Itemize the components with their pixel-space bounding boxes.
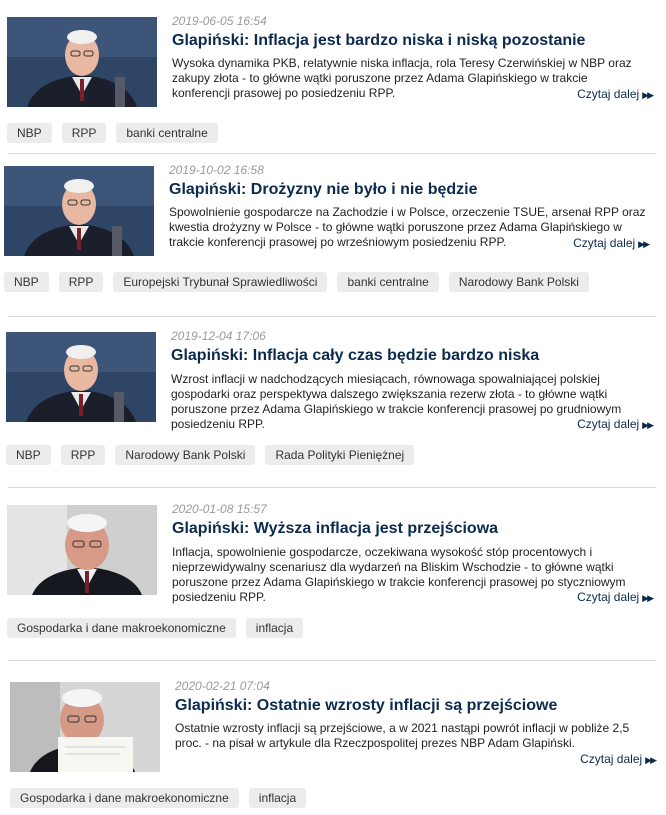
tag-nbp[interactable]: NBP [4,272,49,292]
tag-inflacja[interactable]: inflacja [245,618,304,638]
read-more-label: Czytaj dalej [580,752,643,766]
tag-nbp[interactable]: NBP [7,123,52,143]
portrait-image [10,682,160,772]
double-arrow-icon: ▶▶ [638,239,650,249]
tag-list: NBP RPP banki centralne [7,123,218,143]
article-date: 2020-02-21 07:04 [175,679,270,693]
tag-gospodarka[interactable]: Gospodarka i dane makroekonomiczne [10,788,239,808]
tag-rada-polityki-pienieznej[interactable]: Rada Polityki Pieniężnej [265,445,415,465]
article-date: 2019-10-02 16:58 [169,163,264,177]
article-title[interactable]: Glapiński: Inflacja cały czas będzie bar… [171,347,539,365]
article-thumbnail[interactable] [7,17,157,107]
tag-banki-centralne[interactable]: banki centralne [337,272,439,292]
read-more-label: Czytaj dalej [573,236,636,250]
article-thumbnail[interactable] [10,682,160,772]
article-divider [8,487,656,488]
tag-gospodarka[interactable]: Gospodarka i dane makroekonomiczne [7,618,236,638]
double-arrow-icon: ▶▶ [642,593,654,603]
article-date: 2020-01-08 15:57 [172,502,267,516]
article-thumbnail[interactable] [6,332,156,422]
double-arrow-icon: ▶▶ [642,90,654,100]
portrait-image [7,17,157,107]
read-more-link[interactable]: Czytaj dalej ▶▶ [577,417,654,431]
article-title[interactable]: Glapiński: Drożyzny nie było i nie będzi… [169,181,478,199]
portrait-image [4,166,154,256]
read-more-link[interactable]: Czytaj dalej ▶▶ [580,752,657,766]
tag-rpp[interactable]: RPP [60,445,106,465]
tag-nbp[interactable]: NBP [6,445,51,465]
article-thumbnail[interactable] [7,505,157,595]
article-divider [8,316,656,317]
read-more-link[interactable]: Czytaj dalej ▶▶ [573,236,650,250]
article-thumbnail[interactable] [4,166,154,256]
article-divider [8,153,656,154]
article-title[interactable]: Glapiński: Ostatnie wzrosty inflacji są … [175,697,557,715]
article-description: Wzrost inflacji w nadchodzących miesiąca… [171,372,622,431]
tag-list: Gospodarka i dane makroekonomiczne infla… [7,618,304,638]
read-more-link[interactable]: Czytaj dalej ▶▶ [577,590,654,604]
tag-narodowy-bank-polski[interactable]: Narodowy Bank Polski [448,272,589,292]
article-description: Inflacja, spowolnienie gospodarcze, ocze… [172,545,626,604]
portrait-image [6,332,156,422]
tag-rpp[interactable]: RPP [58,272,104,292]
read-more-label: Czytaj dalej [577,417,640,431]
read-more-label: Czytaj dalej [577,590,640,604]
tag-list: NBP RPP Europejski Trybunał Sprawiedliwo… [4,272,589,292]
article-date: 2019-12-04 17:06 [171,329,266,343]
tag-rpp[interactable]: RPP [61,123,107,143]
article-description: Wysoka dynamika PKB, relatywnie niska in… [172,56,632,100]
portrait-image [7,505,157,595]
tag-banki-centralne[interactable]: banki centralne [116,123,218,143]
read-more-label: Czytaj dalej [577,87,640,101]
double-arrow-icon: ▶▶ [645,755,657,765]
tag-europejski-trybunal[interactable]: Europejski Trybunał Sprawiedliwości [113,272,328,292]
tag-list: NBP RPP Narodowy Bank Polski Rada Polity… [6,445,415,465]
tag-inflacja[interactable]: inflacja [248,788,307,808]
tag-list: Gospodarka i dane makroekonomiczne infla… [10,788,307,808]
article-title[interactable]: Glapiński: Inflacja jest bardzo niska i … [172,32,585,50]
article-divider [8,660,656,661]
tag-narodowy-bank-polski[interactable]: Narodowy Bank Polski [115,445,256,465]
article-date: 2019-06-05 16:54 [172,14,267,28]
article-title[interactable]: Glapiński: Wyższa inflacja jest przejści… [172,520,498,538]
article-description: Ostatnie wzrosty inflacji są przejściowe… [175,721,630,750]
double-arrow-icon: ▶▶ [642,420,654,430]
read-more-link[interactable]: Czytaj dalej ▶▶ [577,87,654,101]
